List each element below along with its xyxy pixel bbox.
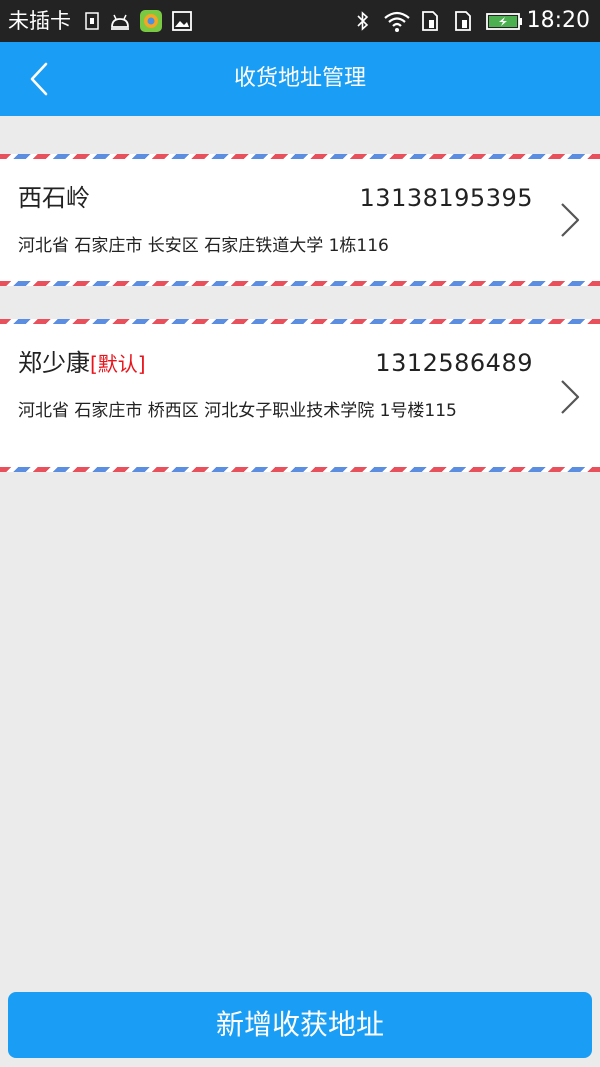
wifi-icon [384,11,410,32]
recipient-name-text: 西石岭 [18,184,90,212]
sim-slot-icon [455,11,471,31]
chevron-right-icon [561,203,580,237]
airmail-border [0,319,600,324]
recipient-phone: 13138195395 [359,184,533,212]
chevron-right-icon [561,380,580,414]
status-bar: 未插卡 18:20 [0,0,600,42]
clock: 18:20 [526,8,590,33]
android-icon [111,14,129,30]
airmail-border [0,281,600,286]
recipient-address: 河北省 石家庄市 桥西区 河北女子职业技术学院 1号楼115 [18,401,457,421]
recipient-name: 郑少康[默认] [18,348,146,379]
battery-charging-icon [486,13,522,30]
default-tag: [默认] [90,352,146,376]
sim-slot-icon [422,11,438,31]
recipient-name: 西石岭 [18,183,90,214]
airmail-border [0,467,600,472]
app-bar: 收货地址管理 [0,42,600,116]
add-address-button[interactable]: 新增收获地址 [8,992,592,1058]
image-icon [172,11,192,31]
sim-icon [85,12,99,30]
bluetooth-icon [357,11,369,31]
address-card[interactable]: 郑少康[默认] 1312586489 河北省 石家庄市 桥西区 河北女子职业技术… [0,319,600,472]
recipient-phone: 1312586489 [375,349,533,377]
page-title: 收货地址管理 [233,66,366,91]
recipient-address: 河北省 石家庄市 长安区 石家庄铁道大学 1栋116 [18,236,389,256]
carrier-label: 未插卡 [8,9,71,33]
app-icon [140,10,162,32]
recipient-name-text: 郑少康 [18,349,90,377]
address-card[interactable]: 西石岭 13138195395 河北省 石家庄市 长安区 石家庄铁道大学 1栋1… [0,154,600,286]
airmail-border [0,154,600,159]
